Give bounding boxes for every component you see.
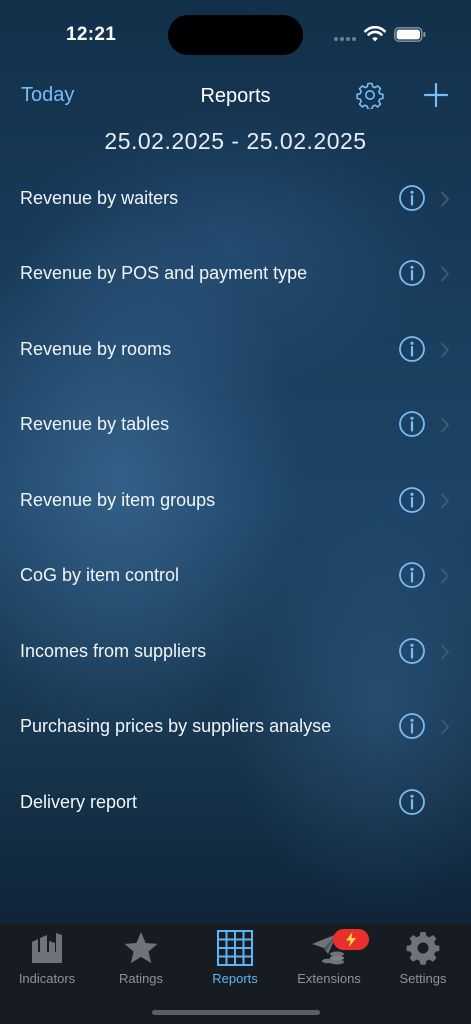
list-item[interactable]: Revenue by item groups — [0, 464, 471, 539]
list-item-label: Revenue by rooms — [20, 339, 172, 359]
page-title: Reports — [200, 85, 271, 107]
list-item[interactable]: Incomes from suppliers — [0, 615, 471, 690]
info-icon[interactable] — [398, 335, 426, 363]
home-indicator[interactable] — [152, 1010, 320, 1015]
info-icon[interactable] — [398, 410, 426, 438]
chevron-right-icon — [441, 568, 449, 584]
info-icon[interactable] — [398, 184, 426, 212]
gear-icon[interactable] — [356, 81, 384, 109]
tab-label: Extensions — [297, 971, 361, 986]
tab-reports[interactable]: Reports — [188, 924, 282, 994]
lightning-icon — [346, 932, 356, 947]
indicators-icon — [32, 933, 62, 963]
info-icon[interactable] — [398, 788, 426, 816]
add-icon[interactable] — [422, 81, 450, 109]
list-item-label: Purchasing prices by suppliers analyse — [20, 716, 332, 736]
cellular-signal-icon — [334, 37, 358, 43]
chevron-right-icon — [441, 719, 449, 735]
list-item-label: Delivery report — [20, 792, 138, 812]
tab-label: Indicators — [18, 971, 76, 986]
status-bar: 12:21 — [0, 0, 471, 60]
chevron-right-icon — [441, 493, 449, 509]
info-icon[interactable] — [398, 637, 426, 665]
battery-icon — [394, 27, 426, 42]
chevron-right-icon — [441, 417, 449, 433]
tab-label: Reports — [212, 971, 258, 986]
list-item[interactable]: Revenue by waiters — [0, 162, 471, 237]
chevron-right-icon — [441, 644, 449, 660]
tab-ratings[interactable]: Ratings — [94, 924, 188, 994]
chevron-right-icon — [441, 342, 449, 358]
list-item[interactable]: Revenue by POS and payment type — [0, 237, 471, 312]
list-item[interactable]: Delivery report — [0, 766, 471, 841]
list-item[interactable]: CoG by item control — [0, 539, 471, 614]
tab-extensions[interactable]: Extensions — [282, 924, 376, 994]
info-icon[interactable] — [398, 259, 426, 287]
info-icon[interactable] — [398, 561, 426, 589]
info-icon[interactable] — [398, 712, 426, 740]
list-item-label: Revenue by tables — [20, 414, 170, 434]
date-range[interactable]: 25.02.2025 - 25.02.2025 — [0, 128, 471, 155]
notification-badge — [333, 929, 369, 950]
status-time: 12:21 — [66, 24, 117, 45]
list-item[interactable]: Purchasing prices by suppliers analyse — [0, 690, 471, 765]
tab-settings[interactable]: Settings — [376, 924, 470, 994]
list-item-label: Revenue by item groups — [20, 490, 216, 510]
star-icon — [124, 932, 158, 964]
tab-indicators[interactable]: Indicators — [0, 924, 94, 994]
list-item-label: Incomes from suppliers — [20, 641, 207, 661]
grid-icon — [217, 930, 253, 966]
dynamic-island — [168, 15, 303, 55]
gear-icon — [406, 932, 440, 965]
tab-bar: Indicators Ratings Reports Extensions Se… — [0, 924, 471, 1024]
chevron-right-icon — [441, 191, 449, 207]
list-item-label: CoG by item control — [20, 565, 180, 585]
tab-label: Ratings — [118, 971, 164, 986]
list-item[interactable]: Revenue by tables — [0, 388, 471, 463]
list-item-label: Revenue by waiters — [20, 188, 179, 208]
tab-label: Settings — [399, 971, 447, 986]
list-item-label: Revenue by POS and payment type — [20, 263, 308, 283]
chevron-right-icon — [441, 266, 449, 282]
info-icon[interactable] — [398, 486, 426, 514]
reports-screen: 12:21 Today Reports 25.02.2025 - 25.02.2… — [0, 0, 471, 1024]
list-item[interactable]: Revenue by rooms — [0, 313, 471, 388]
wifi-icon — [364, 26, 386, 42]
